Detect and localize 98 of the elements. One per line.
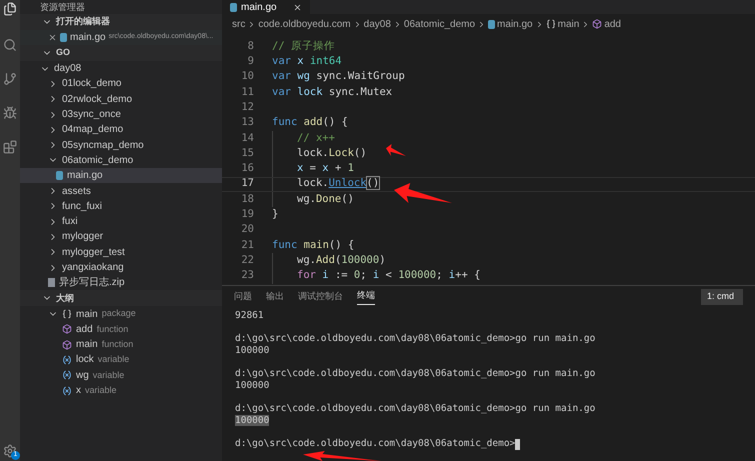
line-number: 23 xyxy=(240,268,254,284)
tree-item[interactable]: mylogger_test xyxy=(20,244,222,260)
code-line: wg.Add(100000) xyxy=(297,252,386,268)
tree-item[interactable]: 01lock_demo xyxy=(20,76,222,92)
search-icon[interactable] xyxy=(3,38,17,52)
section-header[interactable]: GO xyxy=(20,45,222,61)
blocks-icon[interactable] xyxy=(3,140,17,154)
breadcrumb-item[interactable]: add xyxy=(592,16,621,32)
terminal-line: d:\go\src\code.oldboyedu.com\day08\06atomic_demo>go run main.go xyxy=(235,333,596,345)
outline-item[interactable]: add function xyxy=(20,322,222,338)
tree-item[interactable]: func_fuxi xyxy=(20,198,222,214)
variable-icon xyxy=(62,354,72,365)
line-number: 11 xyxy=(240,84,254,100)
code-line: var x int64 xyxy=(272,54,342,70)
code-line: var lock sync.Mutex xyxy=(272,84,392,100)
cube-icon xyxy=(592,19,602,29)
panel-tab[interactable]: 输出 xyxy=(266,290,284,304)
sidebar-title: 资源管理器 xyxy=(39,1,86,14)
tree-item[interactable]: 06atomic_demo xyxy=(20,152,222,168)
tree-item[interactable]: day08 xyxy=(20,61,222,76)
terminal-line: 100000 xyxy=(235,345,270,356)
close-icon[interactable] xyxy=(48,33,57,42)
breadcrumb-item[interactable]: main xyxy=(546,16,580,32)
line-number: 21 xyxy=(240,238,254,253)
cube-icon xyxy=(62,324,72,334)
panel-tab[interactable]: 终端 xyxy=(357,289,375,305)
code-line: } xyxy=(272,207,278,222)
line-number: 16 xyxy=(240,161,254,176)
file-icon xyxy=(48,278,55,288)
line-number: 20 xyxy=(240,222,254,238)
braces-icon xyxy=(62,309,72,320)
tree-item[interactable]: assets xyxy=(20,183,222,199)
tree-item[interactable]: 异步写日志.zip xyxy=(20,275,222,290)
line-number: 19 xyxy=(240,207,254,222)
line-number: 17 xyxy=(240,176,254,192)
arrow-annotation xyxy=(386,144,406,156)
outline-item[interactable]: lock variable xyxy=(20,352,222,368)
close-icon[interactable] xyxy=(292,2,302,12)
code-line: lock.Lock() xyxy=(297,146,367,161)
line-number: 15 xyxy=(240,146,254,161)
outline-item[interactable]: x variable xyxy=(20,382,222,398)
code-line: // x++ xyxy=(297,130,335,146)
line-number: 13 xyxy=(240,115,254,130)
arrow-annotation xyxy=(394,183,452,203)
line-number: 14 xyxy=(240,130,254,146)
outline-item[interactable]: main package xyxy=(20,306,222,322)
variable-icon xyxy=(62,386,72,396)
tree-item[interactable]: 05syncmap_demo xyxy=(20,137,222,153)
terminal-line: d:\go\src\code.oldboyedu.com\day08\06atomic_demo> xyxy=(235,438,516,450)
outline-item[interactable]: main function xyxy=(20,337,222,352)
go-file-icon xyxy=(60,33,67,42)
line-number: 22 xyxy=(240,252,254,268)
code-line: for i := 0; i < 100000; i++ { xyxy=(297,268,480,284)
terminal-line: d:\go\src\code.oldboyedu.com\day08\06atomic_demo>go run main.go xyxy=(235,368,596,380)
settings-icon[interactable] xyxy=(3,444,17,458)
line-number: 8 xyxy=(246,38,254,54)
terminal-line: 100000 xyxy=(235,380,270,391)
code-line: // 原子操作 xyxy=(272,38,335,54)
editor-tab[interactable]: main.go xyxy=(222,0,310,14)
tree-item[interactable]: fuxi xyxy=(20,214,222,230)
go-file-icon xyxy=(488,20,496,28)
tree-item[interactable]: 03sync_once xyxy=(20,106,222,122)
tree-item[interactable]: 04map_demo xyxy=(20,122,222,138)
terminal-line: 92861 xyxy=(235,310,264,321)
code-line: func add() { xyxy=(272,115,348,130)
terminal-select[interactable]: 1: cmd xyxy=(701,289,743,305)
go-file-icon xyxy=(230,2,237,12)
breadcrumb-item[interactable]: day08 xyxy=(364,16,391,32)
code-line: func main() { xyxy=(272,238,354,253)
breadcrumb-item[interactable]: 06atomic_demo xyxy=(404,16,476,32)
tree-item[interactable]: mylogger xyxy=(20,229,222,245)
panel-tab[interactable]: 问题 xyxy=(234,290,252,304)
tree-item[interactable]: yangxiaokang xyxy=(20,260,222,276)
line-number: 12 xyxy=(240,100,254,115)
tree-item[interactable]: main.go xyxy=(20,168,222,184)
tree-item[interactable]: 02rwlock_demo xyxy=(20,92,222,107)
breadcrumb-item[interactable]: main.go xyxy=(488,16,533,32)
code-line: wg.Done() xyxy=(297,192,354,207)
breadcrumb-item[interactable]: code.oldboyedu.com xyxy=(258,16,351,32)
line-number: 18 xyxy=(240,192,254,207)
code-line: x = x + 1 xyxy=(297,161,354,176)
section-header[interactable]: 打开的编辑器 xyxy=(20,14,222,30)
branch-icon[interactable] xyxy=(3,72,17,86)
code-line: lock.Unlock() xyxy=(297,176,380,192)
files-icon[interactable] xyxy=(3,2,17,16)
line-number: 9 xyxy=(246,54,254,70)
panel-tab[interactable]: 调试控制台 xyxy=(298,290,343,304)
cube-icon xyxy=(62,340,72,350)
outline-item[interactable]: wg variable xyxy=(20,368,222,383)
braces-icon xyxy=(546,19,556,29)
breadcrumb-item[interactable]: src xyxy=(232,16,246,32)
line-number: 10 xyxy=(240,69,254,84)
section-header[interactable]: 大纲 xyxy=(20,290,222,306)
bug-icon[interactable] xyxy=(3,106,17,120)
code-line: var wg sync.WaitGroup xyxy=(272,69,405,84)
variable-icon xyxy=(62,370,72,380)
go-file-icon xyxy=(56,171,63,180)
terminal-line: d:\go\src\code.oldboyedu.com\day08\06atomic_demo>go run main.go xyxy=(235,403,596,415)
